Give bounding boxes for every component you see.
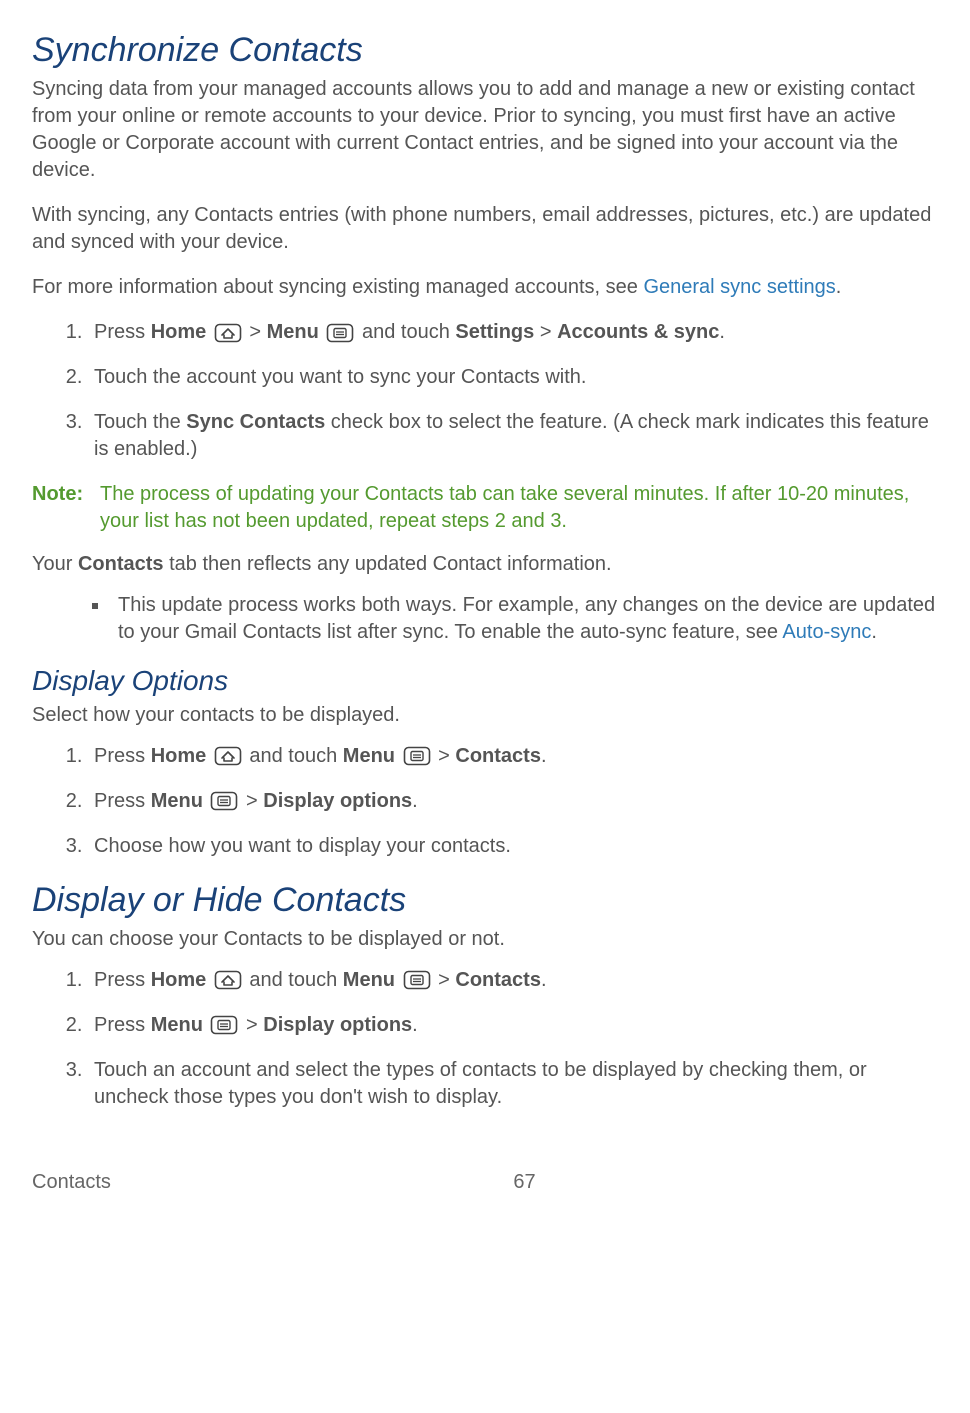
menu-icon (403, 970, 431, 990)
label-home: Home (151, 745, 207, 767)
display-options-step-2: Press Menu > Display options. (88, 788, 938, 815)
text: > (433, 745, 456, 767)
text: Press (94, 790, 151, 812)
display-hide-step-3: Touch an account and select the types of… (88, 1057, 938, 1111)
text: and touch (356, 321, 455, 343)
display-hide-steps-list: Press Home and touch Menu > Contacts. Pr… (32, 967, 938, 1111)
display-hide-step-1: Press Home and touch Menu > Contacts. (88, 967, 938, 994)
display-options-steps-list: Press Home and touch Menu > Contacts. Pr… (32, 743, 938, 860)
sync-steps-list: Press Home > Menu and touch Settings > A… (32, 319, 938, 463)
text: . (412, 790, 418, 812)
display-hide-intro: You can choose your Contacts to be displ… (32, 926, 938, 953)
sync-step-1: Press Home > Menu and touch Settings > A… (88, 319, 938, 346)
sync-paragraph-1: Syncing data from your managed accounts … (32, 76, 938, 184)
menu-icon (326, 323, 354, 343)
home-icon (214, 746, 242, 766)
text: . (541, 969, 547, 991)
label-sync-contacts: Sync Contacts (186, 411, 325, 433)
text: Press (94, 969, 151, 991)
menu-icon (210, 791, 238, 811)
menu-icon (403, 746, 431, 766)
label-menu: Menu (343, 745, 395, 767)
text: Press (94, 1014, 151, 1036)
text: > (244, 321, 267, 343)
text: Touch the (94, 411, 186, 433)
sync-step-2: Touch the account you want to sync your … (88, 364, 938, 391)
sync-note: Note: The process of updating your Conta… (32, 481, 938, 535)
text: Press (94, 745, 151, 767)
home-icon (214, 323, 242, 343)
label-display-options: Display options (263, 790, 412, 812)
text: > (433, 969, 456, 991)
label-menu: Menu (343, 969, 395, 991)
footer-page-number: 67 (513, 1169, 535, 1196)
footer-section-name: Contacts (32, 1169, 111, 1196)
display-hide-step-2: Press Menu > Display options. (88, 1012, 938, 1039)
sync-paragraph-3: For more information about syncing exist… (32, 274, 938, 301)
text: > (240, 790, 263, 812)
text: Press (94, 321, 151, 343)
link-general-sync-settings[interactable]: General sync settings (643, 276, 835, 298)
sync-step-3: Touch the Sync Contacts check box to sel… (88, 409, 938, 463)
page-footer: Contacts 67 (32, 1169, 938, 1196)
display-options-step-1: Press Home and touch Menu > Contacts. (88, 743, 938, 770)
text: and touch (244, 969, 343, 991)
label-menu: Menu (267, 321, 319, 343)
note-text: The process of updating your Contacts ta… (100, 481, 938, 535)
text: . (871, 621, 877, 643)
label-display-options: Display options (263, 1014, 412, 1036)
display-options-step-3: Choose how you want to display your cont… (88, 833, 938, 860)
text: > (534, 321, 557, 343)
text: . (836, 276, 842, 298)
heading-synchronize-contacts: Synchronize Contacts (32, 28, 938, 74)
label-home: Home (151, 321, 207, 343)
menu-icon (210, 1015, 238, 1035)
label-menu: Menu (151, 790, 203, 812)
text: . (541, 745, 547, 767)
text: For more information about syncing exist… (32, 276, 643, 298)
sync-paragraph-2: With syncing, any Contacts entries (with… (32, 202, 938, 256)
label-menu: Menu (151, 1014, 203, 1036)
sync-after-paragraph: Your Contacts tab then reflects any upda… (32, 551, 938, 578)
note-label: Note: (32, 481, 100, 535)
text: . (412, 1014, 418, 1036)
display-options-intro: Select how your contacts to be displayed… (32, 702, 938, 729)
label-contacts: Contacts (455, 745, 541, 767)
label-contacts: Contacts (78, 553, 164, 575)
home-icon (214, 970, 242, 990)
sync-bullet-1: This update process works both ways. For… (110, 592, 938, 646)
label-contacts: Contacts (455, 969, 541, 991)
heading-display-hide-contacts: Display or Hide Contacts (32, 878, 938, 924)
label-accounts-sync: Accounts & sync (557, 321, 719, 343)
text: > (240, 1014, 263, 1036)
label-home: Home (151, 969, 207, 991)
link-auto-sync[interactable]: Auto-sync (782, 621, 871, 643)
sync-bullet-list: This update process works both ways. For… (32, 592, 938, 646)
text: . (719, 321, 725, 343)
text: Your (32, 553, 78, 575)
text: and touch (244, 745, 343, 767)
heading-display-options: Display Options (32, 662, 938, 700)
text: tab then reflects any updated Contact in… (164, 553, 612, 575)
label-settings: Settings (455, 321, 534, 343)
